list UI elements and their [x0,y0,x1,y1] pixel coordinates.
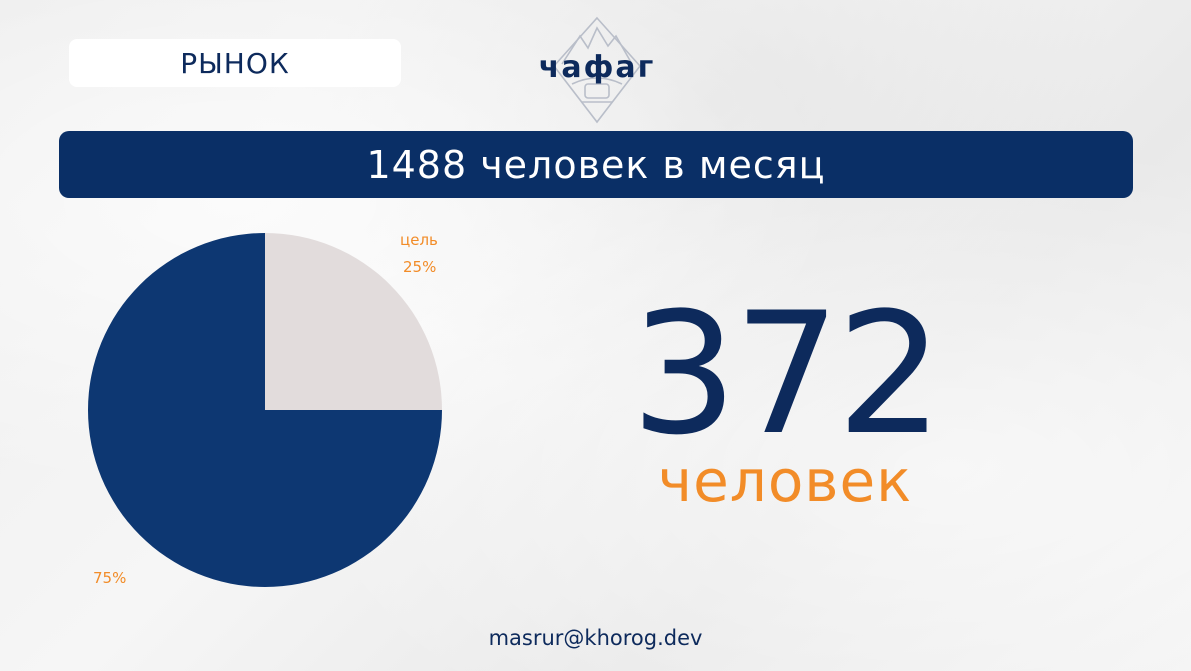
summary-banner: 1488 человек в месяц [59,131,1133,198]
highlight-unit: человек [657,447,913,515]
contact-email[interactable]: masrur@khorog.dev [400,626,791,650]
brand-logo: чафаг [539,16,656,124]
slice-label-target: цель [400,231,438,249]
logo-wordmark: чафаг [539,50,656,85]
section-label-text: РЫНОК [180,46,290,80]
highlight-number: 372 [630,276,944,472]
slice-value-target: 25% [403,258,437,276]
section-label: РЫНОК [69,39,401,87]
slice-value-rest: 75% [93,569,127,587]
summary-banner-text: 1488 человек в месяц [366,142,826,187]
